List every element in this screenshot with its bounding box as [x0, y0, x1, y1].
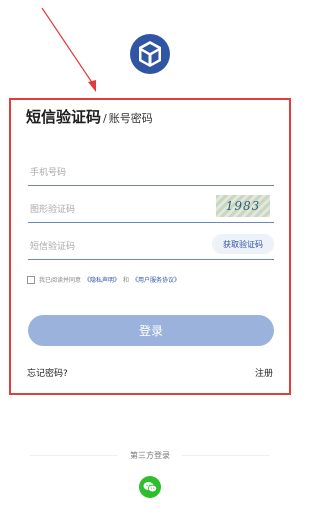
agreement-row: 我已阅读并同意 《隐私声明》 和 《用户服务协议》: [27, 275, 183, 284]
agreement-and: 和: [123, 277, 130, 284]
sms-code-field: 获取验证码: [28, 234, 274, 260]
service-agreement-link[interactable]: 《用户服务协议》: [132, 275, 180, 284]
login-button[interactable]: 登录: [28, 315, 274, 346]
third-party-divider: 第三方登录: [30, 448, 270, 462]
login-mode-tabs: 短信验证码 / 账号密码: [26, 106, 153, 127]
register-link[interactable]: 注册: [255, 366, 273, 379]
tab-sms-login[interactable]: 短信验证码: [26, 106, 101, 127]
phone-input[interactable]: [28, 160, 274, 186]
third-party-label: 第三方登录: [130, 450, 170, 460]
tab-password-login[interactable]: 账号密码: [109, 110, 153, 126]
divider-line-left: [30, 454, 118, 456]
divider-line-right: [182, 454, 270, 456]
phone-field: [28, 160, 274, 186]
tab-separator: /: [103, 112, 107, 125]
captcha-field: 1983: [28, 195, 274, 223]
captcha-input[interactable]: [28, 197, 208, 223]
get-sms-code-button[interactable]: 获取验证码: [212, 234, 274, 254]
sms-code-input[interactable]: [28, 234, 198, 260]
forgot-password-link[interactable]: 忘记密码?: [27, 366, 68, 379]
agreement-checkbox[interactable]: [27, 275, 35, 284]
agreement-prefix: 我已阅读并同意: [39, 277, 82, 284]
app-logo-icon: [130, 34, 170, 74]
wechat-login-button[interactable]: [139, 476, 161, 498]
privacy-link[interactable]: 《隐私声明》: [84, 275, 120, 284]
captcha-image[interactable]: 1983: [216, 195, 270, 217]
wechat-icon: [143, 482, 158, 493]
